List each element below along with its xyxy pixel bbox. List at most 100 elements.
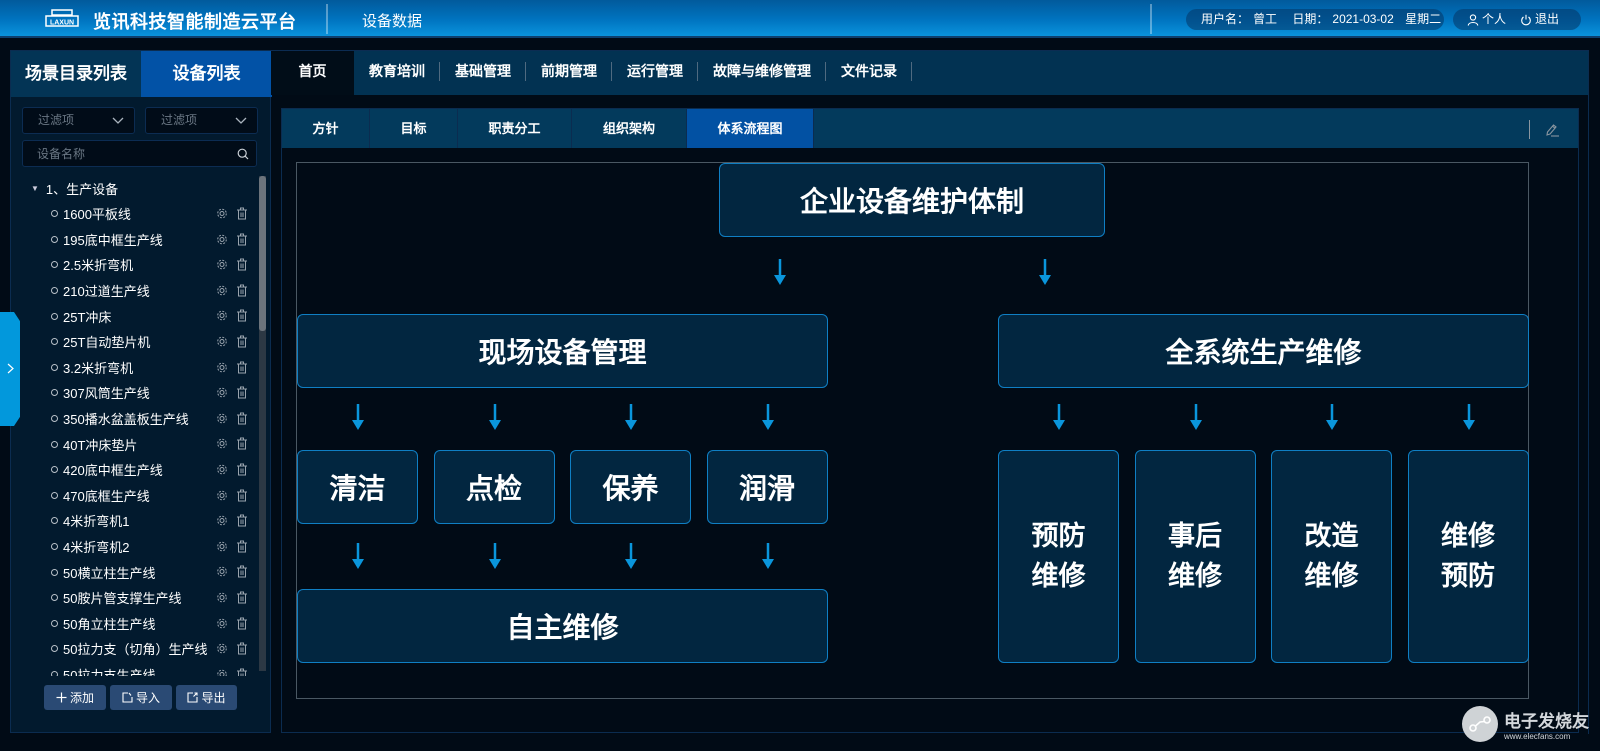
settings-gear-icon[interactable]	[216, 489, 228, 502]
subtab-goals[interactable]: 目标	[370, 109, 458, 148]
tree-item[interactable]: 195底中框生产线	[11, 227, 259, 253]
tree-item[interactable]: 25T冲床	[11, 303, 259, 329]
settings-gear-icon[interactable]	[216, 617, 228, 630]
tree-scrollbar[interactable]	[259, 176, 266, 671]
tree-item[interactable]: 420底中框生产线	[11, 457, 259, 483]
trash-icon[interactable]	[236, 668, 248, 676]
flow-maintenance-prevention-box: 维修 预防	[1407, 450, 1529, 663]
filter-select-2[interactable]: 过滤项	[145, 107, 258, 134]
page-label: 设备数据	[362, 13, 423, 30]
power-icon	[1521, 14, 1531, 25]
left-panel-tabs: 场景目录列表 设备列表	[11, 51, 272, 97]
tree-item[interactable]: 307风筒生产线	[11, 380, 259, 406]
tree-item-label: 470底框生产线	[63, 488, 150, 504]
tree-item[interactable]: 40T冲床垫片	[11, 431, 259, 457]
device-name-search-input[interactable]	[23, 141, 223, 166]
settings-gear-icon[interactable]	[216, 361, 228, 374]
trash-icon[interactable]	[236, 233, 248, 246]
settings-gear-icon[interactable]	[216, 514, 228, 527]
tree-item[interactable]: 50拉力支（切角）生产线	[11, 636, 259, 662]
tree-item-label: 25T冲床	[63, 309, 112, 325]
trash-icon[interactable]	[236, 617, 248, 630]
trash-icon[interactable]	[236, 642, 248, 655]
tree-item[interactable]: 2.5米折弯机	[11, 252, 259, 278]
tree-root-production-equipment[interactable]: ▼ 1、生产设备	[11, 176, 259, 201]
tree-root-label: 1、生产设备	[45, 182, 119, 197]
personal-button[interactable]: 个人	[1467, 9, 1506, 30]
trash-icon[interactable]	[236, 591, 248, 604]
settings-gear-icon[interactable]	[216, 668, 228, 676]
export-icon	[187, 692, 199, 703]
subtab-system-flowchart[interactable]: 体系流程图	[687, 109, 814, 148]
nav-early-management[interactable]: 前期管理	[526, 51, 612, 95]
tree-item[interactable]: 4米折弯机2	[11, 534, 259, 560]
settings-gear-icon[interactable]	[216, 540, 228, 553]
settings-gear-icon[interactable]	[216, 565, 228, 578]
trash-icon[interactable]	[236, 258, 248, 271]
trash-icon[interactable]	[236, 437, 248, 450]
tree-item[interactable]: 25T自动垫片机	[11, 329, 259, 355]
trash-icon[interactable]	[236, 412, 248, 425]
import-icon	[122, 692, 133, 703]
trash-icon[interactable]	[236, 386, 248, 399]
export-button[interactable]: 导出	[176, 685, 237, 710]
settings-gear-icon[interactable]	[216, 642, 228, 655]
nav-home[interactable]: 首页	[271, 51, 354, 95]
tree-item[interactable]: 470底框生产线	[11, 483, 259, 509]
nav-education-training[interactable]: 教育培训	[354, 51, 440, 95]
nav-operation-management[interactable]: 运行管理	[612, 51, 698, 95]
logout-button[interactable]: 退出	[1520, 9, 1559, 30]
import-button[interactable]: 导入	[110, 685, 172, 710]
trash-icon[interactable]	[236, 284, 248, 297]
trash-icon[interactable]	[236, 207, 248, 220]
settings-gear-icon[interactable]	[216, 386, 228, 399]
tree-item[interactable]: 50拉力支生产线	[11, 662, 259, 676]
trash-icon[interactable]	[236, 361, 248, 374]
tree-item[interactable]: 3.2米折弯机	[11, 355, 259, 381]
flow-preventive-maintenance-line2: 维修	[1031, 560, 1086, 592]
trash-icon[interactable]	[236, 489, 248, 502]
settings-gear-icon[interactable]	[216, 233, 228, 246]
tree-item[interactable]: 50角立柱生产线	[11, 611, 259, 637]
sidebar-expand-toggle[interactable]	[0, 312, 20, 426]
nav-basic-management[interactable]: 基础管理	[440, 51, 526, 95]
settings-gear-icon[interactable]	[216, 284, 228, 297]
filter-select-1[interactable]: 过滤项	[22, 107, 135, 134]
add-button[interactable]: 添加	[44, 685, 106, 710]
tab-scene-catalog[interactable]: 场景目录列表	[11, 51, 141, 97]
settings-gear-icon[interactable]	[216, 437, 228, 450]
settings-gear-icon[interactable]	[216, 463, 228, 476]
subtab-policy[interactable]: 方针	[282, 109, 370, 148]
tree-item[interactable]: 50胺片管支撑生产线	[11, 585, 259, 611]
nav-fault-maintenance[interactable]: 故障与维修管理	[698, 51, 826, 95]
subtab-org-structure[interactable]: 组织架构	[572, 109, 687, 148]
tree-item[interactable]: 4米折弯机1	[11, 508, 259, 534]
edit-pencil-icon[interactable]	[1544, 122, 1560, 138]
trash-icon[interactable]	[236, 565, 248, 578]
search-icon[interactable]	[237, 148, 249, 160]
trash-icon[interactable]	[236, 540, 248, 553]
tree-item[interactable]: 210过道生产线	[11, 278, 259, 304]
subtab-responsibilities[interactable]: 职责分工	[458, 109, 572, 148]
trash-icon[interactable]	[236, 335, 248, 348]
trash-icon[interactable]	[236, 463, 248, 476]
chevron-right-icon	[7, 363, 14, 374]
settings-gear-icon[interactable]	[216, 207, 228, 220]
tree-item[interactable]: 350播水盆盖板生产线	[11, 406, 259, 432]
trash-icon[interactable]	[236, 514, 248, 527]
settings-gear-icon[interactable]	[216, 335, 228, 348]
trash-icon[interactable]	[236, 309, 248, 322]
settings-gear-icon[interactable]	[216, 309, 228, 322]
tree-item-label: 50角立柱生产线	[63, 616, 156, 632]
caret-down-icon[interactable]: ▼	[31, 184, 39, 193]
tree-item[interactable]: 50横立柱生产线	[11, 559, 259, 585]
tree-item-actions	[216, 437, 248, 450]
tree-item[interactable]: 1600平板线	[11, 201, 259, 227]
scrollbar-thumb[interactable]	[259, 176, 266, 331]
filter-select-1-placeholder: 过滤项	[38, 113, 75, 127]
tab-device-list[interactable]: 设备列表	[141, 51, 272, 97]
settings-gear-icon[interactable]	[216, 412, 228, 425]
settings-gear-icon[interactable]	[216, 258, 228, 271]
settings-gear-icon[interactable]	[216, 591, 228, 604]
nav-file-records[interactable]: 文件记录	[826, 51, 912, 95]
